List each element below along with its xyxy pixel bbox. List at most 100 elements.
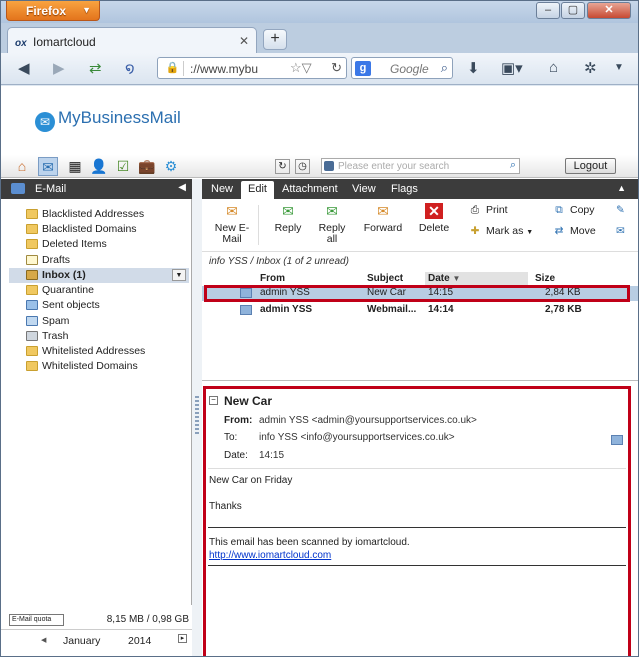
firefox-menu-label: Firefox (26, 4, 67, 18)
tab-edit[interactable]: Edit (241, 181, 274, 199)
folder-spam[interactable]: Spam (9, 314, 189, 329)
move-button[interactable]: ⇄ Move (552, 225, 596, 237)
addon-icon[interactable]: ⇄ (89, 59, 102, 77)
preview-highlight (203, 386, 631, 656)
extension-icon[interactable]: ✲ (584, 59, 597, 77)
reply-button[interactable]: ✉ Reply (272, 203, 304, 234)
firefox-menu-button[interactable]: Firefox ▼ (6, 1, 100, 21)
close-window-button[interactable]: ✕ (587, 2, 631, 19)
browser-window: Firefox ▼ – ▢ ✕ ox Iomartcloud ✕ + ◀ ▶ ⇄… (0, 0, 639, 657)
address-bar[interactable]: 🔒 ://www.mybu ☆▽ ↻ (157, 57, 347, 79)
message-list-header: From Subject Date ▼ Size (202, 272, 638, 285)
forward-button[interactable]: ✉ Forward (362, 203, 404, 234)
folder-label: Trash (42, 330, 69, 342)
more-actions-2-icon[interactable]: ✉ (616, 225, 625, 237)
maximize-button[interactable]: ▢ (561, 2, 585, 19)
search-icon[interactable]: ⌕ (441, 60, 448, 76)
breadcrumb: info YSS / Inbox (1 of 2 unread) (202, 253, 638, 270)
quota-value: 8,15 MB / 0,98 GB (106, 614, 189, 625)
folder-deleted-items[interactable]: Deleted Items (9, 237, 189, 252)
calendar-month[interactable]: January (63, 635, 100, 647)
folder-menu-chevron-icon[interactable]: ▼ (172, 269, 186, 281)
more-actions-icon[interactable]: ✎ (616, 204, 625, 216)
reload-icon[interactable]: ↻ (331, 60, 342, 76)
folder-whitelisted-domains[interactable]: Whitelisted Domains (9, 359, 189, 374)
bookmarks-icon[interactable]: ▣▾ (501, 59, 523, 77)
copy-icon: ⧉ (555, 204, 563, 216)
copy-button[interactable]: ⧉ Copy (552, 204, 595, 217)
spiral-icon[interactable]: ໑ (125, 59, 135, 77)
message-date: 14:14 (428, 304, 454, 315)
move-label: Move (570, 225, 596, 237)
folder-whitelisted-addresses[interactable]: Whitelisted Addresses (9, 344, 189, 359)
tab-attachment[interactable]: Attachment (282, 183, 338, 195)
back-icon[interactable]: ◀ (18, 59, 30, 77)
collapse-sidebar-icon[interactable]: ◀ (178, 182, 186, 193)
folder-trash[interactable]: Trash (9, 329, 189, 344)
column-subject[interactable]: Subject (367, 273, 403, 284)
tab-new[interactable]: New (211, 183, 233, 195)
message-row[interactable]: admin YSS Webmail... 14:14 2,78 KB (202, 303, 638, 318)
home-icon[interactable]: ⌂ (549, 59, 558, 76)
close-tab-icon[interactable]: ✕ (239, 34, 249, 48)
reply-label: Reply (274, 222, 302, 234)
drafts-icon (26, 255, 38, 265)
folder-blacklisted-addresses[interactable]: Blacklisted Addresses (9, 207, 189, 222)
folder-inbox[interactable]: Inbox (1) ▼ (9, 268, 189, 283)
folder-label: Blacklisted Domains (42, 223, 137, 235)
folder-quarantine[interactable]: Quarantine (9, 283, 189, 298)
reply-all-button[interactable]: ✉ Reply all (315, 203, 349, 245)
tab-strip: ox Iomartcloud ✕ + (1, 23, 638, 53)
folder-icon (26, 209, 38, 219)
print-label: Print (486, 204, 508, 216)
google-icon[interactable]: g (355, 61, 371, 76)
menu-chevron-icon[interactable]: ▼ (614, 62, 624, 73)
new-email-label: New E-Mail (214, 222, 250, 245)
new-email-icon: ✉ (226, 203, 238, 219)
expand-calendar-icon[interactable]: ▸ (178, 634, 187, 643)
reply-icon: ✉ (282, 203, 294, 219)
selected-message-highlight (204, 285, 630, 302)
address-text: ://www.mybu (190, 62, 259, 76)
folder-drafts[interactable]: Drafts (9, 253, 189, 268)
reply-all-icon: ✉ (326, 203, 338, 219)
sent-icon (26, 300, 38, 310)
new-email-button[interactable]: ✉ New E-Mail (213, 203, 251, 245)
mark-as-button[interactable]: ✚ Mark as ▼ (468, 225, 534, 237)
tab-flags[interactable]: Flags (391, 183, 418, 195)
new-tab-button[interactable]: + (263, 29, 287, 50)
web-search-field[interactable]: g Google ⌕ (351, 57, 453, 79)
tab-view[interactable]: View (352, 183, 376, 195)
web-search-placeholder: Google (390, 62, 429, 76)
print-icon: ⎙ (470, 204, 480, 216)
quota-label: E-Mail quota (9, 614, 64, 626)
mail-quota: E-Mail quota 8,15 MB / 0,98 GB (9, 614, 189, 626)
mark-as-icon: ✚ (470, 225, 480, 237)
calendar-year[interactable]: 2014 (128, 635, 151, 647)
ribbon-tabs: New Edit Attachment View Flags ▲ (202, 179, 638, 199)
delete-button[interactable]: ✕ Delete (416, 203, 452, 234)
download-icon[interactable]: ⬇ (467, 59, 480, 77)
folder-sent-objects[interactable]: Sent objects (9, 298, 189, 313)
previous-month-icon[interactable]: ◀ (41, 636, 46, 644)
ribbon-divider (258, 205, 259, 245)
forward-icon[interactable]: ▶ (53, 59, 65, 77)
minimize-button[interactable]: – (536, 2, 560, 19)
folder-icon (26, 239, 38, 249)
folder-label: Drafts (42, 254, 71, 266)
print-button[interactable]: ⎙ Print (468, 204, 508, 217)
reply-all-label: Reply all (318, 222, 346, 245)
pane-splitter[interactable] (192, 179, 202, 656)
column-from[interactable]: From (260, 273, 285, 284)
folder-icon (26, 346, 38, 356)
column-date[interactable]: Date ▼ (425, 272, 528, 285)
splitter-grip-icon[interactable] (195, 396, 199, 434)
copy-label: Copy (570, 204, 595, 216)
folder-blacklisted-domains[interactable]: Blacklisted Domains (9, 222, 189, 237)
column-size[interactable]: Size (535, 273, 555, 284)
tab-title: Iomartcloud (33, 35, 96, 49)
browser-tab[interactable]: ox Iomartcloud ✕ (7, 27, 257, 53)
collapse-ribbon-icon[interactable]: ▲ (617, 183, 626, 193)
bookmark-star-icon[interactable]: ☆▽ (290, 60, 312, 76)
mark-as-label: Mark as (486, 225, 524, 237)
